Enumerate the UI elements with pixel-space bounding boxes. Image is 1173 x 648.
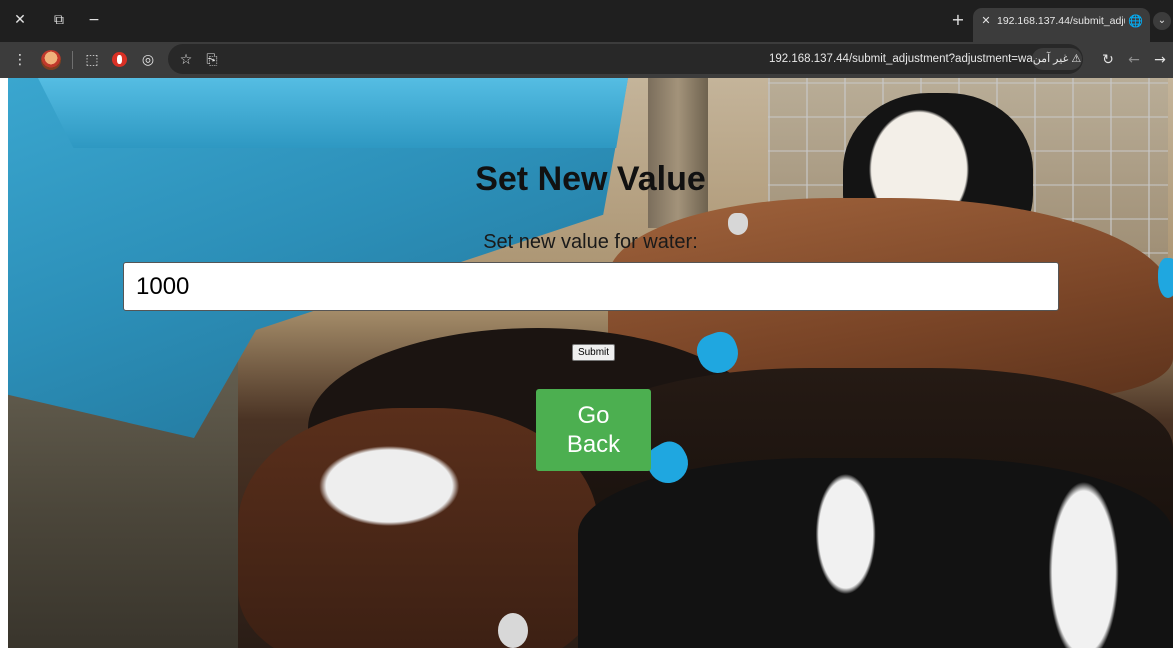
- background-post: [648, 78, 708, 228]
- tab-close-icon[interactable]: ✕: [979, 14, 993, 28]
- menu-icon[interactable]: ⋮: [10, 50, 30, 70]
- adblock-extension-icon[interactable]: [112, 52, 127, 67]
- submit-button[interactable]: Submit: [572, 344, 615, 361]
- extension-circle-icon[interactable]: ◎: [138, 50, 158, 70]
- browser-window: ✕ ⧉ − + ✕ 192.168.137.44/submit_adjustm …: [0, 0, 1173, 648]
- extensions-icon[interactable]: ⬚: [82, 50, 102, 70]
- background-ear-tag: [1158, 258, 1173, 298]
- globe-icon: 🌐: [1128, 14, 1143, 28]
- go-back-button[interactable]: Go Back: [536, 389, 651, 471]
- background-ear-tag: [498, 613, 528, 648]
- page-title: Set New Value: [475, 160, 706, 198]
- restore-window-icon[interactable]: ⧉: [49, 10, 69, 30]
- profile-avatar[interactable]: [41, 50, 61, 70]
- security-indicator[interactable]: ⚠غير آمن: [1032, 48, 1082, 70]
- toolbar-divider: [72, 51, 73, 69]
- bookmark-star-icon[interactable]: ☆: [176, 50, 196, 70]
- install-app-icon[interactable]: ⎘: [202, 50, 222, 70]
- warning-icon: ⚠: [1071, 52, 1082, 65]
- tab-strip: ✕ ⧉ − + ✕ 192.168.137.44/submit_adjustm …: [0, 0, 1173, 42]
- security-label: غير آمن: [1032, 53, 1069, 65]
- background-trough-rim: [38, 78, 628, 148]
- value-prompt-label: Set new value for water:: [483, 231, 698, 253]
- background-calf-spotted: [578, 458, 1173, 648]
- forward-arrow-icon[interactable]: →: [1150, 50, 1170, 70]
- active-tab[interactable]: ✕ 192.168.137.44/submit_adjustm 🌐: [973, 8, 1150, 42]
- tab-title: 192.168.137.44/submit_adjustm: [997, 15, 1125, 27]
- back-arrow-icon[interactable]: ←: [1124, 50, 1144, 70]
- new-tab-button[interactable]: +: [948, 10, 968, 30]
- reload-icon[interactable]: ↻: [1098, 50, 1118, 70]
- close-window-icon[interactable]: ✕: [10, 10, 30, 30]
- minimize-window-icon[interactable]: −: [84, 10, 104, 30]
- url-text[interactable]: 192.168.137.44/submit_adjustment?adjustm…: [769, 51, 1046, 67]
- page-content: Set New Value Set new value for water: S…: [8, 78, 1173, 648]
- tab-list-button[interactable]: ⌄: [1153, 12, 1171, 30]
- new-value-input[interactable]: [123, 262, 1059, 311]
